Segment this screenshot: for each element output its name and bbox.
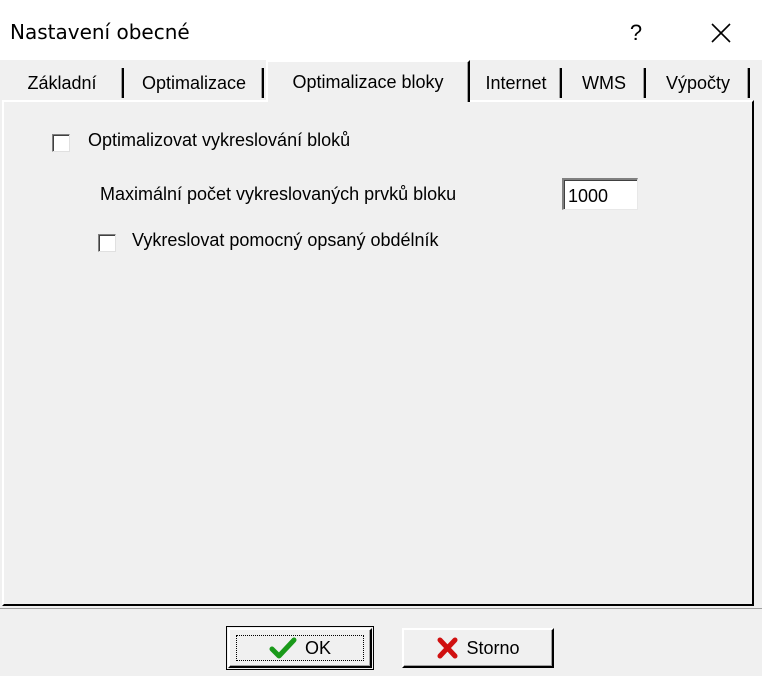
- help-button[interactable]: ?: [606, 10, 666, 56]
- tab-panel-optimalizace-bloky: [2, 100, 754, 606]
- tab-internet[interactable]: Internet: [470, 66, 562, 100]
- max-elements-label: Maximální počet vykreslovaných prvků blo…: [100, 184, 457, 204]
- optimize-blocks-label: Optimalizovat vykreslování bloků: [88, 130, 351, 150]
- close-button[interactable]: [690, 10, 752, 56]
- cancel-button[interactable]: Storno: [402, 628, 554, 668]
- optimize-blocks-checkbox[interactable]: [52, 134, 70, 152]
- tab-vypocty[interactable]: Výpočty: [646, 66, 750, 100]
- tab-optimalizace-bloky[interactable]: Optimalizace bloky: [266, 60, 470, 102]
- close-icon: [711, 23, 731, 43]
- draw-bbox-label: Vykreslovat pomocný opsaný obdélník: [132, 230, 439, 250]
- tab-optimalizace[interactable]: Optimalizace: [124, 66, 264, 100]
- footer-divider: [0, 608, 762, 609]
- window-title: Nastavení obecné: [10, 20, 190, 44]
- cancel-label: Storno: [466, 637, 520, 658]
- dialog-body: Základní Optimalizace Optimalizace bloky…: [0, 60, 762, 676]
- tab-strip: Základní Optimalizace Optimalizace bloky…: [0, 60, 762, 102]
- title-bar: Nastavení obecné ?: [0, 0, 762, 60]
- ok-button[interactable]: OK: [226, 626, 374, 670]
- x-mark-icon: [437, 637, 458, 659]
- focus-rectangle: [236, 635, 364, 661]
- draw-bbox-checkbox[interactable]: [98, 234, 116, 252]
- tab-zakladni[interactable]: Základní: [0, 66, 124, 100]
- tab-wms[interactable]: WMS: [562, 66, 646, 100]
- max-elements-field[interactable]: [562, 178, 638, 210]
